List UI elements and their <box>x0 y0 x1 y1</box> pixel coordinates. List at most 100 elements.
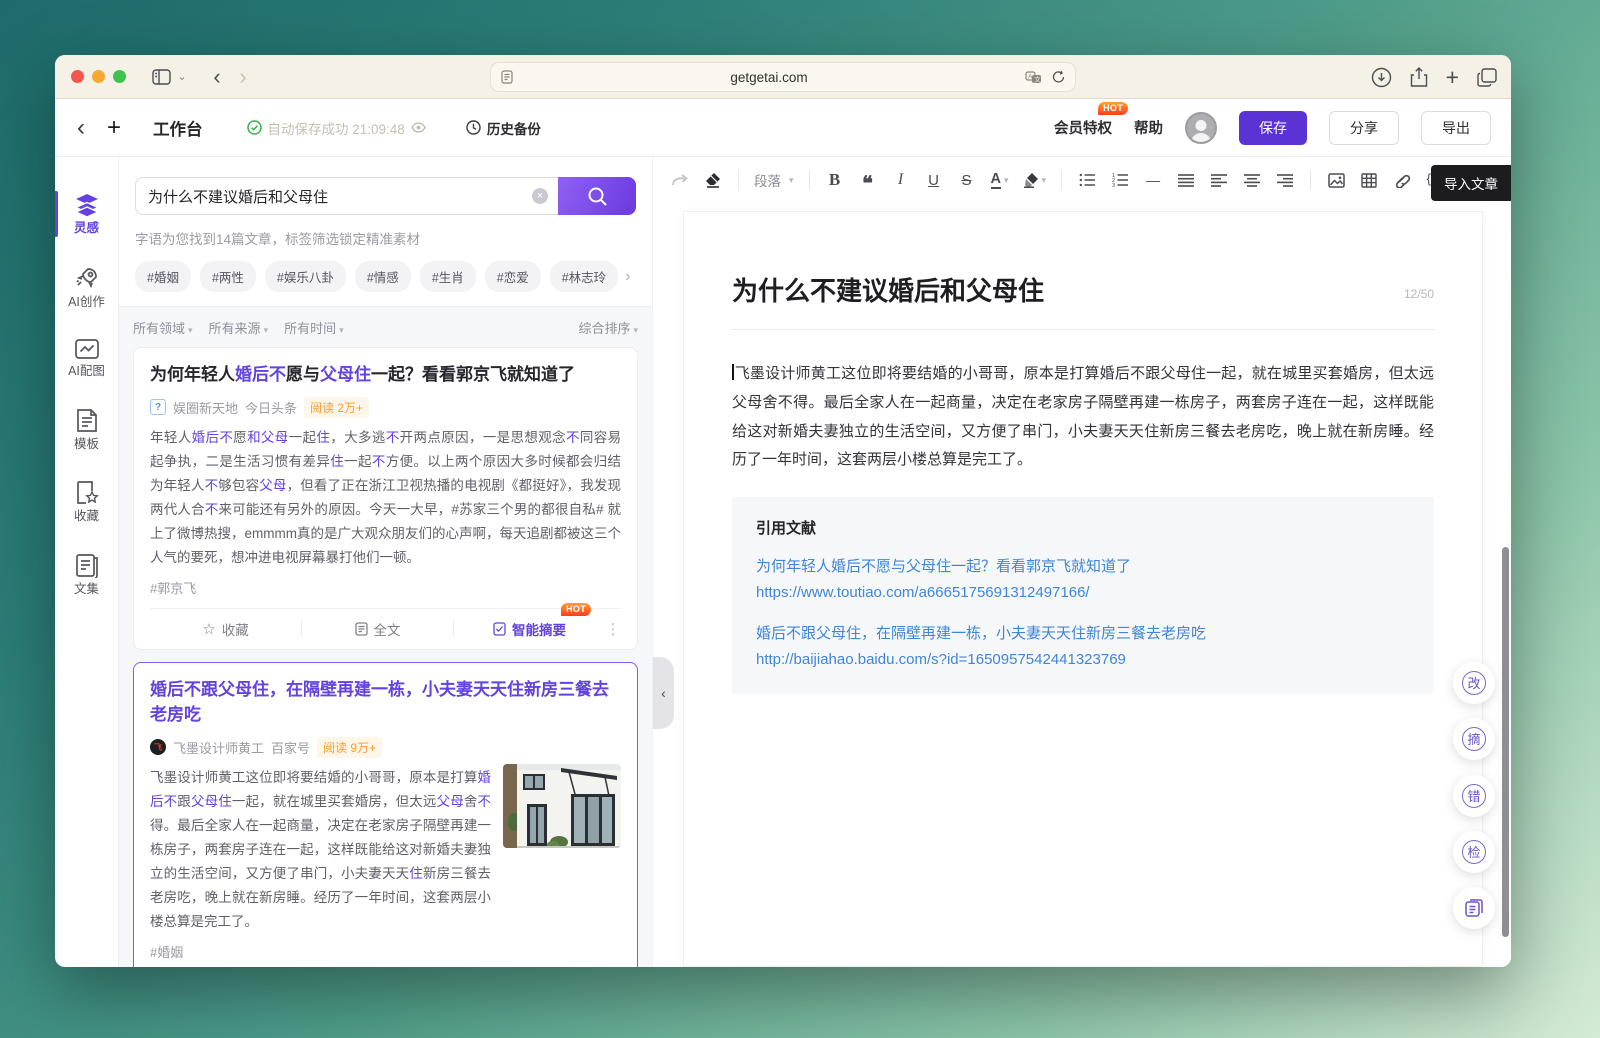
reload-icon[interactable] <box>1052 70 1065 84</box>
redo-icon[interactable] <box>667 166 693 194</box>
reader-icon[interactable] <box>501 70 513 84</box>
search-icon <box>587 186 608 207</box>
history-backup-button[interactable]: 历史备份 <box>466 118 541 138</box>
editor-scrollbar[interactable] <box>1502 547 1509 937</box>
search-button[interactable] <box>558 177 636 215</box>
article-hashtag[interactable]: #郭京飞 <box>150 578 621 597</box>
sidebar-item-favorites[interactable]: 收藏 <box>55 470 118 533</box>
tag-chip[interactable]: #两性 <box>200 261 256 292</box>
article-title[interactable]: 婚后不跟父母住，在隔壁再建一栋，小夫妻天天住新房三餐去老房吃 <box>150 677 621 728</box>
sidebar-item-inspiration[interactable]: 灵感 <box>55 183 118 245</box>
filter-source[interactable]: 所有来源▾ <box>209 318 269 337</box>
tag-chip[interactable]: #婚姻 <box>135 261 191 292</box>
minimize-window-button[interactable] <box>92 70 105 83</box>
error-check-tool-button[interactable]: 错 <box>1453 775 1495 817</box>
italic-button[interactable]: I <box>888 166 914 194</box>
sidebar-item-label: 模板 <box>74 438 99 451</box>
align-right-icon[interactable] <box>1272 166 1298 194</box>
share-button[interactable]: 分享 <box>1329 111 1399 145</box>
underline-button[interactable]: U <box>921 166 947 194</box>
tag-chip[interactable]: #林志玲 <box>550 261 618 292</box>
filter-domain[interactable]: 所有领域▾ <box>133 318 193 337</box>
vip-label: 会员特权 <box>1054 121 1112 137</box>
outline-tool-button[interactable] <box>1453 887 1495 929</box>
sidebar-item-label: 收藏 <box>74 510 99 523</box>
translate-icon[interactable]: 文A <box>1025 71 1042 84</box>
citation-url-link[interactable]: http://baijiahao.baidu.com/s?id=16509575… <box>756 647 1410 673</box>
sidebar-item-collections[interactable]: 文集 <box>55 543 118 606</box>
proofread-tool-button[interactable]: 检 <box>1453 831 1495 873</box>
smart-summary-button[interactable]: 智能摘要 HOT <box>454 619 605 639</box>
tag-chip[interactable]: #恋爱 <box>485 261 541 292</box>
downloads-icon[interactable] <box>1371 67 1392 88</box>
eraser-icon[interactable] <box>700 166 726 194</box>
tags-scroll-right-icon[interactable]: › <box>625 268 630 286</box>
sidebar-toggle-icon[interactable] <box>148 64 174 90</box>
font-color-dropdown[interactable]: A▾ <box>987 166 1013 194</box>
tag-chip[interactable]: #生肖 <box>420 261 476 292</box>
more-options-icon[interactable]: ⋮ <box>605 620 621 638</box>
insert-link-icon[interactable] <box>1389 166 1415 194</box>
vip-link[interactable]: 会员特权 HOT <box>1054 117 1112 138</box>
sidebar-item-ai-writing[interactable]: AI创作 <box>55 255 118 319</box>
export-button[interactable]: 导出 <box>1421 111 1491 145</box>
insert-image-icon[interactable] <box>1323 166 1349 194</box>
blockquote-button[interactable]: ❝ <box>855 170 881 198</box>
article-title[interactable]: 为何年轻人婚后不愿与父母住一起？看看郭京飞就知道了 <box>150 362 621 388</box>
citation-title-link[interactable]: 婚后不跟父母住，在隔壁再建一栋，小夫妻天天住新房三餐去老房吃 <box>756 621 1410 647</box>
sort-selector[interactable]: 综合排序▾ <box>578 318 638 337</box>
rewrite-tool-button[interactable]: 改 <box>1453 662 1495 704</box>
filter-time[interactable]: 所有时间▾ <box>284 318 344 337</box>
user-avatar[interactable] <box>1185 112 1217 144</box>
help-link[interactable]: 帮助 <box>1134 117 1163 138</box>
citation-url-link[interactable]: https://www.toutiao.com/a666517569131249… <box>756 580 1410 606</box>
browser-forward-button[interactable]: › <box>230 64 256 90</box>
new-tab-icon[interactable]: + <box>1446 66 1459 89</box>
bold-button[interactable]: B <box>822 166 848 194</box>
close-window-button[interactable] <box>71 70 84 83</box>
align-justify-icon[interactable] <box>1173 166 1199 194</box>
search-input[interactable] <box>135 177 558 215</box>
highlight-color-dropdown[interactable]: ▾ <box>1020 166 1050 194</box>
save-button[interactable]: 保存 <box>1239 111 1307 145</box>
strikethrough-button[interactable]: S <box>954 166 980 194</box>
sidebar-chevron-icon[interactable]: ⌄ <box>174 64 190 90</box>
url-text: getgetai.com <box>513 70 1025 85</box>
browser-back-button[interactable]: ‹ <box>204 64 230 90</box>
fulltext-button[interactable]: 全文 <box>302 619 453 639</box>
numbered-list-icon[interactable]: 123 <box>1107 166 1133 194</box>
align-left-icon[interactable] <box>1206 166 1232 194</box>
article-card-selected[interactable]: 婚后不跟父母住，在隔壁再建一栋，小夫妻天天住新房三餐去老房吃 飞 飞墨设计师黄工… <box>133 662 638 967</box>
sidebar-item-templates[interactable]: 模板 <box>55 398 118 461</box>
insert-table-icon[interactable] <box>1356 166 1382 194</box>
zoom-window-button[interactable] <box>113 70 126 83</box>
clear-search-icon[interactable]: × <box>532 188 548 204</box>
sidebar-item-ai-image[interactable]: AI配图 <box>55 328 118 388</box>
article-hashtag[interactable]: #婚姻 <box>150 942 621 961</box>
citation-title-link[interactable]: 为何年轻人婚后不愿与父母住一起？看看郭京飞就知道了 <box>756 554 1410 580</box>
document-body[interactable]: 飞墨设计师黄工这位即将要结婚的小哥哥，原本是打算婚后不跟父母住一起，就在城里买套… <box>732 360 1434 475</box>
tab-overview-icon[interactable] <box>1477 68 1497 87</box>
align-center-icon[interactable] <box>1239 166 1265 194</box>
workspace-link[interactable]: 工作台 <box>153 116 203 140</box>
collapse-panel-handle[interactable]: ‹ <box>653 657 674 729</box>
article-card[interactable]: 为何年轻人婚后不愿与父母住一起？看看郭京飞就知道了 ? 娱圈新天地 今日头条 阅… <box>133 347 638 650</box>
horizontal-rule-icon[interactable]: — <box>1140 166 1166 194</box>
eye-icon[interactable] <box>411 122 426 133</box>
results-section: 所有领域▾ 所有来源▾ 所有时间▾ 综合排序▾ 为何年轻人婚后不愿与父母住一起？… <box>119 306 652 967</box>
document-title-input[interactable] <box>732 274 1392 305</box>
paragraph-style-dropdown[interactable]: 段落▾ <box>751 166 797 194</box>
document-page[interactable]: 12/50 飞墨设计师黄工这位即将要结婚的小哥哥，原本是打算婚后不跟父母住一起，… <box>683 211 1483 967</box>
tag-chip[interactable]: #情感 <box>355 261 411 292</box>
share-icon[interactable] <box>1410 67 1428 88</box>
app-back-button[interactable]: ‹ <box>77 116 85 140</box>
source-platform: 今日头条 <box>245 398 297 417</box>
bullet-list-icon[interactable] <box>1074 166 1100 194</box>
tag-chip[interactable]: #娱乐八卦 <box>265 261 346 292</box>
sidebar-nav: 灵感 AI创作 AI配图 模板 <box>55 157 119 967</box>
summarize-tool-button[interactable]: 摘 <box>1453 718 1495 760</box>
address-bar[interactable]: getgetai.com 文A <box>490 62 1076 92</box>
new-document-button[interactable]: + <box>107 116 121 140</box>
collect-button[interactable]: ☆ 收藏 <box>150 619 301 639</box>
import-article-tooltip[interactable]: 导入文章 <box>1431 165 1511 201</box>
